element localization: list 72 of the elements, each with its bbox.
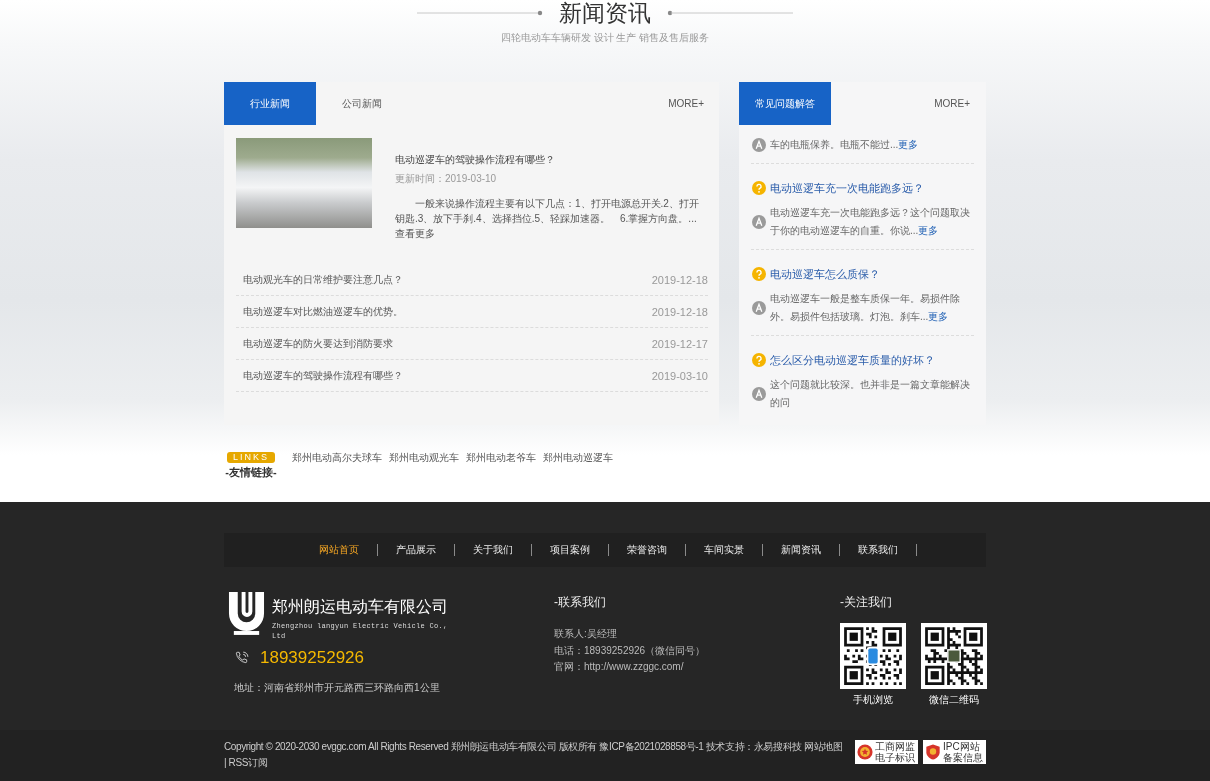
question-link[interactable]: 怎么区分电动巡逻车质量的好坏？ — [770, 352, 935, 368]
certification-badge[interactable]: 工商网监 电子标识 — [855, 740, 918, 764]
shield-icon — [925, 744, 941, 760]
footer-nav-link[interactable]: 新闻资讯 — [763, 544, 840, 556]
help-icon — [752, 353, 766, 367]
footer-nav-link[interactable]: 联系我们 — [840, 544, 917, 556]
contact-line: 电话：18939252926（微信同号） — [554, 643, 707, 658]
certification-badge[interactable]: IPC网站 备案信息 — [923, 740, 986, 764]
news-tab[interactable]: 公司新闻 — [316, 82, 408, 125]
more-link[interactable]: 更多 — [918, 225, 939, 236]
phone-number: 18939252926 — [260, 648, 364, 668]
phone-icon — [234, 650, 249, 666]
address-text: 地址：河南省郑州市开元路西三环路向西1公里 — [234, 681, 441, 694]
footer-nav-link[interactable]: 项目案例 — [532, 544, 609, 556]
news-date: 2019-12-18 — [651, 305, 708, 318]
question-link[interactable]: 电动巡逻车怎么质保？ — [770, 266, 880, 282]
question-link[interactable]: 电动巡逻车充一次电能跑多远？ — [770, 180, 924, 196]
answer-text: 车的电瓶保养。电瓶不能过...更多 — [770, 138, 919, 152]
friend-link[interactable]: 郑州电动高尔夫球车 — [292, 452, 382, 464]
news-tab[interactable]: 行业新闻 — [224, 82, 316, 125]
answer-icon — [752, 215, 766, 229]
more-link[interactable]: MORE+ — [934, 98, 970, 109]
copyright-text: Copyright © 2020-2030 evggc.com All Rights Reserved 郑州朗运电动车有限公司 版权所有 豫ICP备2021028858号-1 技术支持：永易搜科技 网站地图 | RSS订阅 — [224, 740, 844, 770]
article-title-link[interactable]: 电动巡逻车的驾驶操作流程有哪些？ — [395, 153, 700, 166]
company-name: 郑州朗运电动车有限公司 — [272, 597, 449, 617]
qr-caption: 手机浏览 — [853, 693, 893, 706]
section-subtitle: 四轮电动车车辆研发 设计 生产 销售及售后服务 — [500, 32, 710, 44]
footer-nav-link[interactable]: 车间实景 — [686, 544, 763, 556]
news-title-link[interactable]: 电动观光车的日常维护要注意几点？ — [243, 272, 403, 287]
more-link[interactable]: MORE+ — [668, 98, 704, 109]
badge-text: 电子标识 — [875, 752, 915, 763]
news-title-link[interactable]: 电动巡逻车对比燃油巡逻车的优势。 — [243, 304, 403, 319]
badge-text: IPC网站 — [943, 741, 980, 752]
qr-code-icon — [840, 623, 906, 689]
news-date: 2019-12-18 — [651, 273, 708, 286]
answer-icon — [752, 301, 766, 315]
faq-tab[interactable]: 常见问题解答 — [739, 82, 831, 125]
links-title: -友情链接- — [225, 465, 277, 479]
logo-icon — [228, 591, 265, 636]
answer-text: 这个问题就比较深。也并非是一篇文章能解决的问 — [770, 378, 971, 410]
badge-text: 备案信息 — [943, 752, 983, 763]
contact-line: 联系人:吴经理 — [554, 627, 618, 641]
qr-caption: 微信二维码 — [929, 693, 979, 706]
section-title: 新闻资讯 — [559, 0, 651, 26]
qr-code-icon — [921, 623, 987, 689]
news-title-link[interactable]: 电动巡逻车的防火要达到消防要求 — [243, 336, 393, 351]
badge-text: 工商网监 — [875, 741, 915, 752]
footer-nav-link[interactable]: 关于我们 — [455, 544, 532, 556]
contact-line: 官网：http://www.zzggc.com/ — [554, 660, 685, 674]
friend-link[interactable]: 郑州电动老爷车 — [466, 452, 536, 464]
help-icon — [752, 181, 766, 195]
news-title-link[interactable]: 电动巡逻车的驾驶操作流程有哪些？ — [243, 368, 403, 383]
footer-nav-link[interactable]: 产品展示 — [378, 544, 455, 556]
footer-nav-link[interactable]: 荣誉咨询 — [609, 544, 686, 556]
answer-text: 电动巡逻车充一次电能跑多远？这个问题取决于你的电动巡逻车的自重。你说...更多 — [770, 206, 971, 238]
emblem-icon — [857, 744, 873, 760]
help-icon — [752, 267, 766, 281]
article-summary: 一般来说操作流程主要有以下几点：1、打开电源总开关.2、打开钥匙.3、放下手刹.4、选择挡位.5、轻踩加速器。 6.掌握方向盘。...查看更多 — [395, 197, 700, 241]
contact-heading: -联系我们 — [554, 595, 607, 609]
news-date: 2019-12-17 — [651, 337, 708, 350]
answer-icon — [752, 138, 766, 152]
friend-link[interactable]: 郑州电动巡逻车 — [543, 452, 613, 464]
more-link[interactable]: 更多 — [928, 311, 949, 322]
links-label: LINKS — [227, 452, 275, 463]
answer-text: 电动巡逻车一般是整车质保一年。易损件除外。易损件包括玻璃。灯泡。刹车...更多 — [770, 292, 961, 324]
follow-heading: -关注我们 — [840, 595, 893, 609]
footer-nav-link[interactable]: 网站首页 — [301, 544, 378, 556]
news-date: 2019-03-10 — [651, 369, 708, 382]
friend-link[interactable]: 郑州电动观光车 — [389, 452, 459, 464]
answer-icon — [752, 387, 766, 401]
update-date: 更新时间：2019-03-10 — [395, 172, 498, 185]
more-link[interactable]: 更多 — [898, 139, 919, 150]
